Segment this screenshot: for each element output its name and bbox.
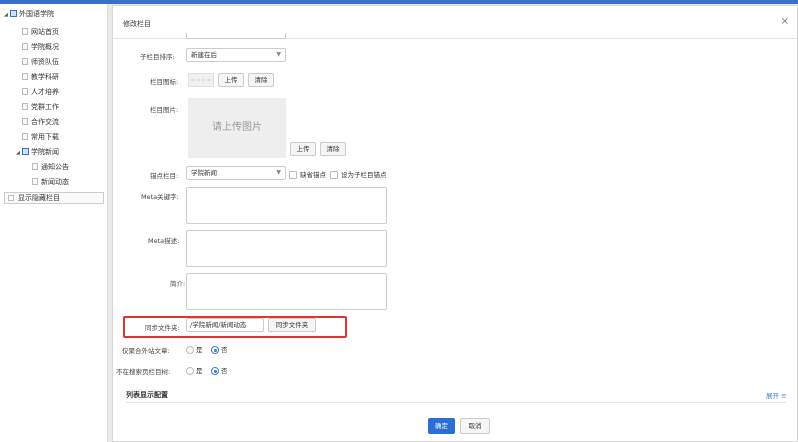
sync-folder-label: 同步文件夹: [145,324,180,332]
hide-search-yes-radio[interactable]: 是 [186,365,203,375]
aggregate-yes-radio[interactable]: 是 [186,344,203,354]
icon-upload-button[interactable]: 上传 [218,73,244,87]
tree-item-label: 师资队伍 [31,58,59,66]
aggregate-no-radio[interactable]: 否 [211,344,228,354]
anchor-label: 锚点栏目: [150,172,179,180]
tree-item-label: 党群工作 [31,103,59,111]
page-icon [22,43,28,50]
expand-link[interactable]: 展开 ≡ [766,390,787,400]
tree-root-label: 外国语学院 [19,10,54,18]
chevron-down-icon: ▼ [276,51,281,58]
anchor-value: 学院新闻 [191,169,217,177]
checkbox-icon[interactable] [289,171,297,179]
radio-icon[interactable] [186,346,194,354]
icon-label: 栏目图标: [150,78,179,86]
intro-textarea[interactable] [186,273,387,310]
icon-preview: ▭ ▭ ▭ ▭ [188,73,214,87]
tree-item-label: 合作交流 [31,118,59,126]
radio-label: 是 [196,367,203,375]
radio-selected-icon[interactable] [211,367,219,375]
radio-label: 否 [221,367,228,375]
page-icon [22,133,28,140]
column-tree: ◢ 外国语学院 网站首页 学院概况 师资队伍 教学科研 人才培养 党群工作 合作交… [0,4,108,442]
show-hidden-label: 显示隐藏栏目 [18,194,60,202]
default-anchor-label: 缺省锚点 [300,171,326,179]
tree-item-label: 通知公告 [41,163,69,171]
ok-button[interactable]: 确定 [428,418,455,434]
page-icon [22,58,28,65]
chevron-down-icon: ▼ [276,169,281,176]
show-hidden-columns-toggle[interactable]: 显示隐藏栏目 [4,192,104,204]
radio-selected-icon[interactable] [211,346,219,354]
tree-item-home[interactable]: 网站首页 [22,26,59,39]
truncated-field[interactable] [186,33,286,39]
radio-label: 是 [196,346,203,354]
page-icon [22,28,28,35]
radio-label: 否 [221,346,228,354]
radio-icon[interactable] [186,367,194,375]
hide-search-no-radio[interactable]: 否 [211,365,228,375]
tree-item-party[interactable]: 党群工作 [22,101,59,114]
tree-item-cooperation[interactable]: 合作交流 [22,116,59,129]
image-upload-button[interactable]: 上传 [290,142,316,156]
tree-item-faculty[interactable]: 师资队伍 [22,56,59,69]
meta-keywords-textarea[interactable] [186,187,387,224]
folder-icon [22,148,29,155]
icon-clear-button[interactable]: 清除 [248,73,274,87]
image-preview[interactable]: 请上传图片 [188,98,286,158]
image-clear-button[interactable]: 清除 [320,142,346,156]
tree-item-downloads[interactable]: 常用下载 [22,131,59,144]
tree-item-label: 网站首页 [31,28,59,36]
tree-item-news-updates[interactable]: 新闻动态 [32,176,69,189]
tree-item-label: 常用下载 [31,133,59,141]
tree-item-label: 学院概况 [31,43,59,51]
page-icon [32,163,38,170]
sync-folder-input[interactable]: /学院新闻/新闻动态 [186,318,264,332]
tree-item-label: 教学科研 [31,73,59,81]
sync-folder-button[interactable]: 同步文件夹 [268,318,316,332]
meta-description-label: Meta描述: [148,237,180,245]
page-icon [22,73,28,80]
default-anchor-checkbox[interactable]: 缺省锚点 [289,169,326,179]
meta-description-textarea[interactable] [186,230,387,267]
set-child-anchor-checkbox[interactable]: 设为子栏目锚点 [330,169,387,179]
page-icon [22,118,28,125]
aggregate-label: 仅聚合外站文章: [122,347,170,355]
tree-item-news[interactable]: ◢ 学院新闻 [16,146,59,159]
child-order-select[interactable]: 新建在后 ▼ [186,48,286,62]
tree-item-overview[interactable]: 学院概况 [22,41,59,54]
checkbox-icon[interactable] [330,171,338,179]
tree-item-label: 新闻动态 [41,178,69,186]
list-config-title: 列表显示配置 [126,391,168,399]
tree-item-label: 学院新闻 [31,148,59,156]
top-bar [0,0,798,4]
cancel-button[interactable]: 取消 [460,418,490,434]
page-icon [22,103,28,110]
folder-icon [10,10,17,17]
anchor-select[interactable]: 学院新闻 ▼ [186,166,286,180]
tree-item-research[interactable]: 教学科研 [22,71,59,84]
intro-label: 简介: [170,280,186,288]
page-icon [22,88,28,95]
close-icon[interactable]: × [781,16,789,27]
dialog-title: 修改栏目 [123,20,151,28]
image-label: 栏目图片: [150,106,179,114]
divider [126,402,786,403]
checkbox-icon[interactable] [8,195,14,201]
child-order-label: 子栏目排序: [140,53,175,61]
set-child-anchor-label: 设为子栏目锚点 [341,171,387,179]
tree-item-notices[interactable]: 通知公告 [32,161,69,174]
tree-item-training[interactable]: 人才培养 [22,86,59,99]
hide-search-label: 不在搜索页栏目树: [116,368,171,376]
meta-keywords-label: Meta关键字: [141,193,179,201]
tree-root[interactable]: ◢ 外国语学院 [4,8,54,21]
page-icon [32,178,38,185]
child-order-value: 新建在后 [191,51,217,59]
tree-item-label: 人才培养 [31,88,59,96]
